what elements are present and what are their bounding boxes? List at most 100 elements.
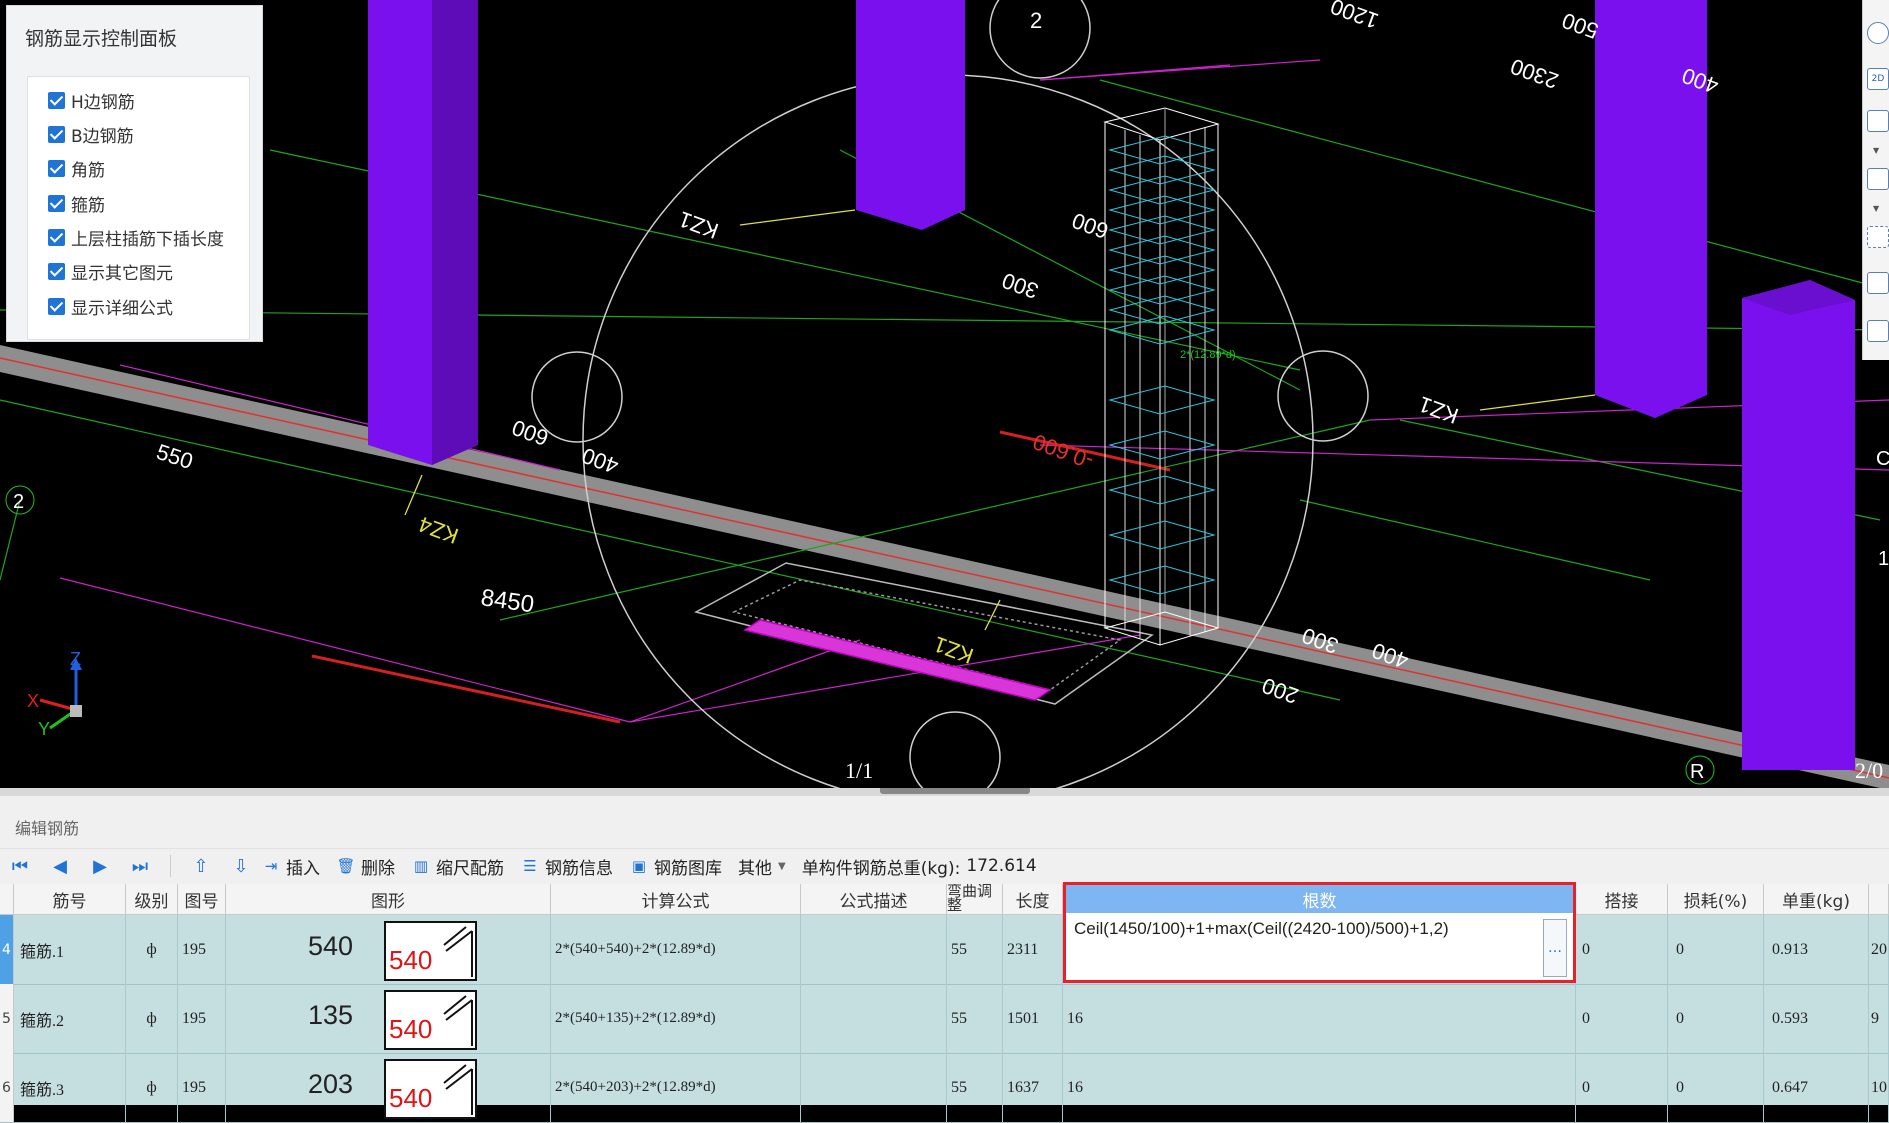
cell-formula[interactable]: 2*(540+540)+2*(12.89*d) bbox=[551, 915, 801, 984]
cell-name[interactable]: 箍筋.1 bbox=[14, 915, 126, 984]
shape-diagram[interactable]: 540 bbox=[384, 1059, 477, 1119]
cell-fig[interactable]: 195 bbox=[178, 984, 226, 1053]
cube-icon[interactable] bbox=[1867, 272, 1889, 294]
option-detail-formula[interactable]: 显示详细公式 bbox=[48, 293, 173, 319]
option-other-elements[interactable]: 显示其它图元 bbox=[48, 258, 173, 284]
cell-extra[interactable]: 10 bbox=[1869, 1053, 1889, 1122]
rebar-library-button[interactable]: ▣ 钢筋图库 bbox=[629, 854, 722, 879]
table-row[interactable]: 5 箍筋.2 ф 195 135 540 2*(540+135)+2*(12.8… bbox=[0, 984, 1889, 1054]
table-row[interactable]: 4 箍筋.1 ф 195 540 540 2*(540+540)+2*(12.8… bbox=[0, 915, 1889, 985]
cell-length[interactable]: 2311 bbox=[1003, 915, 1063, 984]
select-box-icon[interactable] bbox=[1867, 226, 1889, 248]
option-b-rebar[interactable]: B边钢筋 bbox=[48, 121, 134, 147]
cell-loss[interactable]: 0 bbox=[1668, 1053, 1764, 1122]
cell-name[interactable]: 箍筋.2 bbox=[14, 984, 126, 1053]
cell-extra[interactable]: 9 bbox=[1869, 984, 1889, 1053]
cell-count[interactable]: 16 bbox=[1063, 984, 1576, 1053]
last-record-icon[interactable]: ⏭ bbox=[120, 856, 160, 877]
col-header-weight[interactable]: 单重(kg) bbox=[1764, 884, 1869, 915]
cell-extra[interactable]: 20 bbox=[1869, 915, 1889, 984]
checkbox-icon[interactable] bbox=[48, 228, 65, 246]
count-editor-input[interactable]: Ceil(1450/100)+1+max(Ceil((2420-100)/500… bbox=[1074, 919, 1449, 939]
cell-desc[interactable] bbox=[801, 915, 947, 984]
next-record-icon[interactable]: ▶ bbox=[80, 856, 120, 877]
cell-fig[interactable]: 195 bbox=[178, 915, 226, 984]
row-index[interactable]: 6 bbox=[0, 1053, 14, 1122]
col-header-loss[interactable]: 损耗(%) bbox=[1668, 884, 1764, 915]
checkbox-icon[interactable] bbox=[48, 297, 65, 315]
cell-grade[interactable]: ф bbox=[126, 915, 178, 984]
row-index[interactable]: 4 bbox=[0, 915, 14, 984]
col-header-grade[interactable]: 级别 bbox=[126, 884, 178, 915]
col-header-desc[interactable]: 公式描述 bbox=[801, 884, 947, 915]
dropdown-arrow-icon[interactable]: ▼ bbox=[1873, 146, 1879, 155]
col-header-formula[interactable]: 计算公式 bbox=[551, 884, 801, 915]
rebar-info-button[interactable]: ☰ 钢筋信息 bbox=[520, 854, 613, 879]
checkbox-icon[interactable] bbox=[48, 91, 65, 109]
checkbox-icon[interactable] bbox=[48, 194, 65, 212]
cell-fig[interactable]: 195 bbox=[178, 1053, 226, 1122]
option-upper-insert[interactable]: 上层柱插筋下插长度 bbox=[48, 224, 224, 250]
checkbox-icon[interactable] bbox=[48, 159, 65, 177]
cell-length[interactable]: 1501 bbox=[1003, 984, 1063, 1053]
cell-lap[interactable]: 0 bbox=[1576, 915, 1668, 984]
cell-name[interactable]: 箍筋.3 bbox=[14, 1053, 126, 1122]
col-header-extra[interactable] bbox=[1869, 884, 1889, 915]
col-header-shape[interactable]: 图形 bbox=[226, 884, 551, 915]
col-header-fig[interactable]: 图号 bbox=[178, 884, 226, 915]
option-corner-rebar[interactable]: 角筋 bbox=[48, 155, 105, 181]
count-editor-header[interactable]: 根数 bbox=[1066, 885, 1573, 913]
view-2d-button[interactable]: 2D bbox=[1867, 68, 1889, 90]
other-dropdown[interactable]: 其他 ▼ bbox=[738, 854, 786, 879]
option-h-rebar[interactable]: H边钢筋 bbox=[48, 87, 135, 113]
insert-button[interactable]: ⇥ 插入 bbox=[261, 854, 320, 879]
orbit-icon[interactable] bbox=[1867, 22, 1889, 44]
table-row[interactable]: 6 箍筋.3 ф 195 203 540 2*(540+203)+2*(12.8… bbox=[0, 1053, 1889, 1123]
splitter-grip[interactable] bbox=[880, 788, 1030, 794]
option-stirrup[interactable]: 箍筋 bbox=[48, 190, 105, 216]
cell-count[interactable]: 16 bbox=[1063, 1053, 1576, 1122]
cell-lap[interactable]: 0 bbox=[1576, 1053, 1668, 1122]
view-solid-icon[interactable] bbox=[1867, 168, 1889, 190]
first-record-icon[interactable]: ⏮ bbox=[0, 856, 40, 877]
shape-diagram[interactable]: 540 bbox=[384, 921, 477, 981]
dropdown-arrow-icon[interactable]: ▼ bbox=[1873, 204, 1879, 213]
prev-record-icon[interactable]: ◀ bbox=[40, 856, 80, 877]
cell-desc[interactable] bbox=[801, 1053, 947, 1122]
cell-loss[interactable]: 0 bbox=[1668, 984, 1764, 1053]
delete-button[interactable]: 🗑 删除 bbox=[336, 854, 395, 879]
cell-grade[interactable]: ф bbox=[126, 984, 178, 1053]
cell-grade[interactable]: ф bbox=[126, 1053, 178, 1122]
cell-bend[interactable]: 55 bbox=[947, 1053, 1003, 1122]
col-header-bend[interactable]: 弯曲调整 bbox=[947, 884, 1003, 915]
shape-diagram[interactable]: 540 bbox=[384, 990, 477, 1050]
ellipsis-icon[interactable]: … bbox=[1543, 919, 1567, 977]
move-up-icon[interactable]: ⇧ bbox=[181, 856, 221, 877]
col-header-length[interactable]: 长度 bbox=[1003, 884, 1063, 915]
cell-shape[interactable]: 540 540 bbox=[226, 915, 551, 984]
cell-bend[interactable]: 55 bbox=[947, 984, 1003, 1053]
cell-length[interactable]: 1637 bbox=[1003, 1053, 1063, 1122]
cell-shape[interactable]: 203 540 bbox=[226, 1053, 551, 1122]
cell-formula[interactable]: 2*(540+135)+2*(12.89*d) bbox=[551, 984, 801, 1053]
cell-formula[interactable]: 2*(540+203)+2*(12.89*d) bbox=[551, 1053, 801, 1122]
3d-viewport[interactable]: 8450 550 400 600 300 300 400 200 2300 40… bbox=[0, 0, 1889, 788]
count-editor[interactable]: 根数 Ceil(1450/100)+1+max(Ceil((2420-100)/… bbox=[1063, 882, 1576, 983]
row-index[interactable]: 5 bbox=[0, 984, 14, 1053]
checkbox-icon[interactable] bbox=[48, 262, 65, 280]
cell-desc[interactable] bbox=[801, 984, 947, 1053]
view-box-icon[interactable] bbox=[1867, 110, 1889, 132]
col-header-jinhao[interactable]: 筋号 bbox=[14, 884, 126, 915]
cell-bend[interactable]: 55 bbox=[947, 915, 1003, 984]
move-down-icon[interactable]: ⇩ bbox=[221, 856, 261, 877]
list-view-icon[interactable] bbox=[1867, 320, 1889, 342]
cell-loss[interactable]: 0 bbox=[1668, 915, 1764, 984]
cell-lap[interactable]: 0 bbox=[1576, 984, 1668, 1053]
cell-weight[interactable]: 0.913 bbox=[1764, 915, 1869, 984]
checkbox-icon[interactable] bbox=[48, 125, 65, 143]
col-header-lap[interactable]: 搭接 bbox=[1576, 884, 1668, 915]
cell-weight[interactable]: 0.593 bbox=[1764, 984, 1869, 1053]
scale-rebar-button[interactable]: ▥ 缩尺配筋 bbox=[411, 854, 504, 879]
panel-splitter[interactable] bbox=[0, 788, 1889, 796]
cell-shape[interactable]: 135 540 bbox=[226, 984, 551, 1053]
